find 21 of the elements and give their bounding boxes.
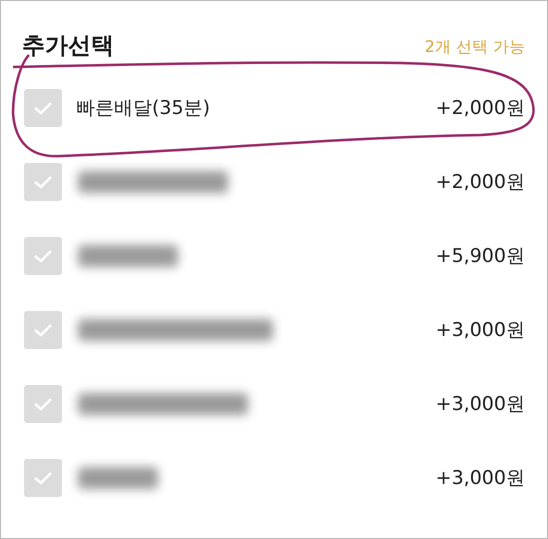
checkbox[interactable] [24,163,62,201]
option-label: 빠른배달(35분) [76,96,210,121]
option-price: +2,000원 [436,96,525,121]
selection-limit-hint: 2개 선택 가능 [424,37,525,58]
checkbox[interactable] [24,237,62,275]
checkbox[interactable] [24,89,62,127]
checkbox[interactable] [24,311,62,349]
check-icon [33,322,53,338]
check-icon [33,470,53,486]
check-icon [33,248,53,264]
checkbox[interactable] [24,459,62,497]
section-title: 추가선택 [22,32,114,61]
check-icon [33,174,53,190]
option-price: +3,000원 [436,466,525,491]
check-icon [33,100,53,116]
option-price: +3,000원 [436,392,525,417]
option-price: +2,000원 [436,170,525,195]
option-price: +5,900원 [436,244,525,269]
check-icon [33,396,53,412]
option-price: +3,000원 [436,318,525,343]
checkbox[interactable] [24,385,62,423]
